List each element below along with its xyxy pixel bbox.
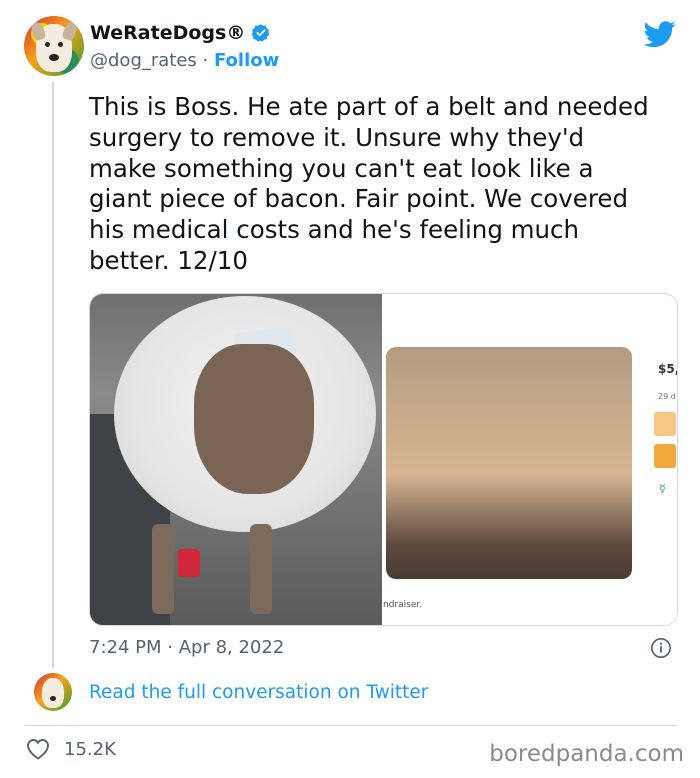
- separator-dot: ·: [196, 50, 214, 71]
- verified-badge-icon: [252, 24, 270, 42]
- heart-icon: [27, 739, 49, 760]
- handle-row: @dog_rates · Follow: [90, 50, 279, 71]
- twitter-bird-icon[interactable]: [644, 18, 676, 50]
- read-conversation-link[interactable]: Read the full conversation on Twitter: [89, 682, 428, 703]
- fundraiser-days: 29 d: [658, 392, 676, 401]
- media-grid[interactable]: $5, 29 d ☿ ndraiser.: [89, 293, 678, 626]
- divider: [24, 725, 677, 726]
- conversation-avatar[interactable]: [34, 673, 72, 711]
- follow-button[interactable]: Follow: [214, 50, 279, 71]
- tweet-text: This is Boss. He ate part of a belt and …: [89, 92, 649, 275]
- timestamp-separator: ·: [161, 637, 179, 658]
- fundraiser-caption: ndraiser.: [383, 600, 423, 610]
- donate-bar-light: [654, 412, 676, 436]
- conversation-avatar-dog-image: [42, 678, 64, 708]
- avatar-dog-image: [29, 20, 79, 72]
- donate-bar-dark: [654, 444, 676, 468]
- display-name[interactable]: WeRateDogs®: [90, 22, 245, 44]
- info-icon[interactable]: [650, 637, 672, 659]
- tweet-date: Apr 8, 2022: [178, 637, 285, 658]
- dog-head: [194, 344, 314, 494]
- dog-cone-photo[interactable]: [90, 294, 382, 625]
- like-button[interactable]: 15.2K: [26, 738, 116, 760]
- boredpanda-watermark: boredpanda.com: [489, 741, 684, 767]
- avatar[interactable]: [24, 16, 84, 76]
- fundraiser-amount: $5,: [658, 362, 678, 376]
- tweet-timestamp[interactable]: 7:24 PM · Apr 8, 2022: [89, 637, 284, 658]
- tweet-header: WeRateDogs® @dog_rates · Follow: [24, 16, 684, 80]
- handle[interactable]: @dog_rates: [90, 50, 197, 71]
- fundraiser-screenshot[interactable]: $5, 29 d ☿ ndraiser.: [383, 294, 677, 625]
- dog-leg-left: [152, 524, 174, 614]
- red-bandage: [178, 549, 200, 577]
- like-count: 15.2K: [64, 738, 116, 760]
- tweet-time: 7:24 PM: [89, 637, 162, 658]
- thread-line: [52, 82, 54, 668]
- dog-leg-right: [250, 524, 272, 614]
- share-people-icon: ☿: [659, 482, 666, 495]
- dog-sleeping-photo: [386, 347, 632, 579]
- name-row: WeRateDogs®: [90, 22, 271, 44]
